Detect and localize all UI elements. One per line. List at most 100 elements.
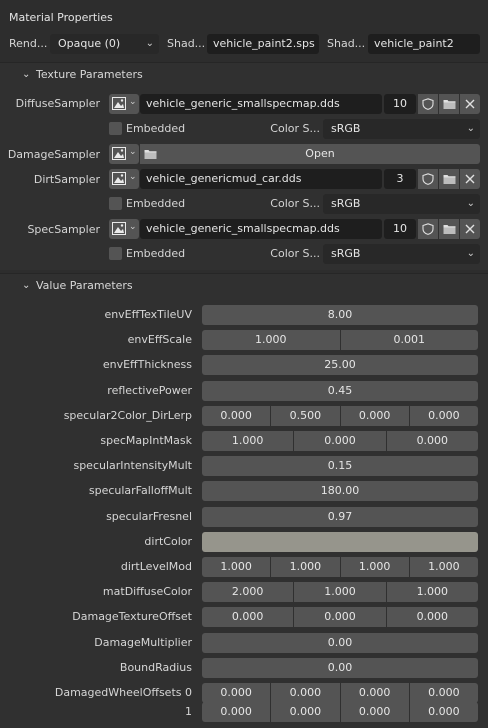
value-parameters-header[interactable]: ⌄ Value Parameters: [0, 273, 488, 298]
close-icon: [465, 224, 475, 234]
param-value-specularintensitymult-0[interactable]: 0.15: [202, 456, 478, 476]
param-value-specular2color-dirlerp-0[interactable]: 0.000: [202, 406, 271, 426]
param-label-specularfalloffmult: specularFalloffMult: [88, 484, 192, 497]
param-value-damagetextureoffset-1[interactable]: 0.000: [294, 607, 386, 627]
param-value-1-0[interactable]: 0.000: [202, 702, 271, 722]
diffuse-sampler-label: DiffuseSampler: [15, 97, 100, 110]
image-icon: [112, 97, 126, 113]
param-value-specular2color-dirlerp-2[interactable]: 0.000: [340, 406, 409, 426]
embedded-label: Embedded: [126, 122, 186, 135]
spec-texture-filename[interactable]: vehicle_generic_smallspecmap.dds: [140, 219, 382, 239]
dirt-texture-users-count: 3: [384, 169, 416, 189]
dirt-texture-filename[interactable]: vehicle_genericmud_car.dds: [140, 169, 382, 189]
render-label: Rend...: [9, 37, 48, 50]
param-value-boundradius-0[interactable]: 0.00: [202, 658, 478, 678]
param-label-boundradius: BoundRadius: [119, 661, 192, 674]
param-value-specularfresnel-0[interactable]: 0.97: [202, 507, 478, 527]
shield-icon: [422, 223, 434, 235]
param-value-specmapintmask-2[interactable]: 0.000: [386, 431, 478, 451]
param-value-dirtlevelmod-2[interactable]: 1.000: [340, 557, 409, 577]
image-icon: [112, 147, 126, 163]
param-value-1-2[interactable]: 0.000: [340, 702, 409, 722]
param-value-dirtlevelmod-0[interactable]: 1.000: [202, 557, 271, 577]
param-value-specmapintmask-1[interactable]: 0.000: [294, 431, 386, 451]
shader-file-field[interactable]: vehicle_paint2.sps: [207, 34, 319, 54]
spec-embedded-checkbox[interactable]: [109, 247, 122, 260]
fake-user-shield-button[interactable]: [418, 219, 438, 239]
param-value-specular2color-dirlerp-1[interactable]: 0.500: [271, 406, 340, 426]
param-value-specmapintmask-0[interactable]: 1.000: [202, 431, 294, 451]
param-value-damagedwheeloffsets-0-3[interactable]: 0.000: [409, 683, 478, 703]
chevron-down-icon: ⌄: [129, 147, 137, 157]
param-value-enveffscale-1[interactable]: 0.001: [340, 330, 478, 350]
value-parameters-title: Value Parameters: [36, 279, 133, 292]
open-folder-button[interactable]: [439, 169, 459, 189]
colorspace-label: Color S...: [270, 247, 320, 260]
chevron-down-icon: ⌄: [129, 172, 137, 182]
fake-user-shield-button[interactable]: [418, 94, 438, 114]
damage-open-button[interactable]: Open: [160, 144, 480, 164]
render-mode-value: Opaque (0): [58, 37, 121, 50]
dirt-embedded-checkbox[interactable]: [109, 197, 122, 210]
param-value-matdiffusecolor-2[interactable]: 1.000: [386, 582, 478, 602]
param-label-dirtlevelmod: dirtLevelMod: [120, 560, 192, 573]
param-value-enveffscale-0[interactable]: 1.000: [202, 330, 340, 350]
spec-colorspace-dropdown[interactable]: sRGB ⌄: [323, 244, 480, 264]
chevron-down-icon: ⌄: [466, 123, 475, 134]
spec-texture-browse-button[interactable]: ⌄: [109, 219, 139, 239]
damage-open-folder-icon-button[interactable]: [140, 144, 160, 164]
unlink-texture-button[interactable]: [460, 219, 480, 239]
unlink-texture-button[interactable]: [460, 94, 480, 114]
diffuse-texture-filename[interactable]: vehicle_generic_smallspecmap.dds: [140, 94, 382, 114]
param-label-damagedwheeloffsets-0: DamagedWheelOffsets 0: [54, 686, 192, 699]
dirt-sampler-label: DirtSampler: [33, 173, 100, 186]
param-value-1-3[interactable]: 0.000: [409, 702, 478, 722]
param-label-reflectivepower: reflectivePower: [107, 384, 192, 397]
param-value-dirtlevelmod-3[interactable]: 1.000: [409, 557, 478, 577]
texture-parameters-title: Texture Parameters: [36, 68, 143, 81]
param-value-matdiffusecolor-1[interactable]: 1.000: [294, 582, 386, 602]
param-value-damagedwheeloffsets-0-1[interactable]: 0.000: [271, 683, 340, 703]
param-value-damagetextureoffset-2[interactable]: 0.000: [386, 607, 478, 627]
colorspace-label: Color S...: [270, 122, 320, 135]
render-mode-dropdown[interactable]: Opaque (0) ⌄: [50, 34, 159, 54]
fake-user-shield-button[interactable]: [418, 169, 438, 189]
param-value-damagedwheeloffsets-0-2[interactable]: 0.000: [340, 683, 409, 703]
shield-icon: [422, 173, 434, 185]
param-value-1-1[interactable]: 0.000: [271, 702, 340, 722]
param-color-swatch-dirtcolor[interactable]: [202, 532, 478, 552]
spec-sampler-label: SpecSampler: [27, 223, 100, 236]
param-value-reflectivepower-0[interactable]: 0.45: [202, 381, 478, 401]
param-value-specular2color-dirlerp-3[interactable]: 0.000: [409, 406, 478, 426]
damage-texture-browse-button[interactable]: ⌄: [109, 144, 139, 164]
shader-label-2: Shad...: [327, 37, 366, 50]
folder-icon: [144, 150, 157, 159]
diffuse-texture-browse-button[interactable]: ⌄: [109, 94, 139, 114]
dirt-colorspace-dropdown[interactable]: sRGB ⌄: [323, 194, 480, 214]
dirt-texture-browse-button[interactable]: ⌄: [109, 169, 139, 189]
param-value-enveffthickness-0[interactable]: 25.00: [202, 355, 478, 375]
chevron-down-icon: ⌄: [22, 280, 31, 291]
chevron-down-icon: ⌄: [145, 38, 154, 49]
param-label-dirtcolor: dirtColor: [144, 535, 192, 548]
param-value-specularfalloffmult-0[interactable]: 180.00: [202, 481, 478, 501]
param-value-damagemultiplier-0[interactable]: 0.00: [202, 633, 478, 653]
diffuse-colorspace-dropdown[interactable]: sRGB ⌄: [323, 119, 480, 139]
open-folder-button[interactable]: [439, 219, 459, 239]
param-value-damagedwheeloffsets-0-0[interactable]: 0.000: [202, 683, 271, 703]
param-label-specular2color-dirlerp: specular2Color_DirLerp: [63, 409, 192, 422]
chevron-down-icon: ⌄: [129, 97, 137, 107]
param-value-damagetextureoffset-0[interactable]: 0.000: [202, 607, 294, 627]
param-value-envefftextileuv-0[interactable]: 8.00: [202, 305, 478, 325]
shader-name-field[interactable]: vehicle_paint2: [368, 34, 480, 54]
texture-parameters-header[interactable]: ⌄ Texture Parameters: [0, 62, 488, 87]
param-value-dirtlevelmod-1[interactable]: 1.000: [271, 557, 340, 577]
param-value-matdiffusecolor-0[interactable]: 2.000: [202, 582, 294, 602]
embedded-label: Embedded: [126, 197, 186, 210]
diffuse-embedded-checkbox[interactable]: [109, 122, 122, 135]
shield-icon: [422, 98, 434, 110]
spec-texture-users-count: 10: [384, 219, 416, 239]
unlink-texture-button[interactable]: [460, 169, 480, 189]
close-icon: [465, 174, 475, 184]
open-folder-button[interactable]: [439, 94, 459, 114]
